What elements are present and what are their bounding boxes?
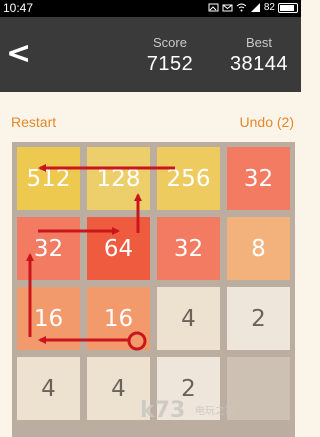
- watermark-subtitle: 电玩之家: [195, 406, 235, 417]
- wifi-icon: [236, 3, 247, 12]
- action-bar: Restart Undo (2): [0, 110, 301, 134]
- tile-512: 512: [17, 147, 80, 210]
- tile-256: 256: [157, 147, 220, 210]
- tile-32: 32: [227, 147, 290, 210]
- tile-2: 2: [227, 287, 290, 350]
- tile-4: 4: [17, 357, 80, 420]
- tile-16: 16: [17, 287, 80, 350]
- tile-32: 32: [157, 217, 220, 280]
- best-panel: Best 38144: [225, 35, 293, 76]
- tile-8: 8: [227, 217, 290, 280]
- battery-level: 82: [263, 2, 275, 13]
- status-time: 10:47: [3, 1, 34, 15]
- tile-4: 4: [157, 287, 220, 350]
- back-button[interactable]: <: [6, 39, 31, 69]
- status-bar: 10:47 82: [0, 0, 301, 17]
- battery-icon: [278, 2, 298, 13]
- mail-icon: [222, 4, 233, 12]
- tile-128: 128: [87, 147, 150, 210]
- best-label: Best: [245, 35, 272, 50]
- status-icons: 82: [208, 2, 298, 13]
- image-icon: [208, 3, 219, 12]
- tile-64: 64: [87, 217, 150, 280]
- tile-empty: [227, 357, 290, 420]
- tile-16: 16: [87, 287, 150, 350]
- score-value: 7152: [146, 53, 194, 75]
- game-board[interactable]: 512 128 256 32 32 64 32 8 16 16 4 2 4 4 2: [12, 142, 295, 437]
- best-value: 38144: [229, 53, 289, 75]
- tile-32: 32: [17, 217, 80, 280]
- watermark-logo: k73: [140, 398, 186, 423]
- score-label: Score: [153, 35, 187, 50]
- undo-button[interactable]: Undo (2): [240, 114, 294, 130]
- game-header: < Score 7152 Best 38144: [0, 17, 301, 92]
- signal-icon: [250, 3, 260, 12]
- restart-button[interactable]: Restart: [11, 114, 56, 130]
- score-panel: Score 7152: [145, 35, 195, 76]
